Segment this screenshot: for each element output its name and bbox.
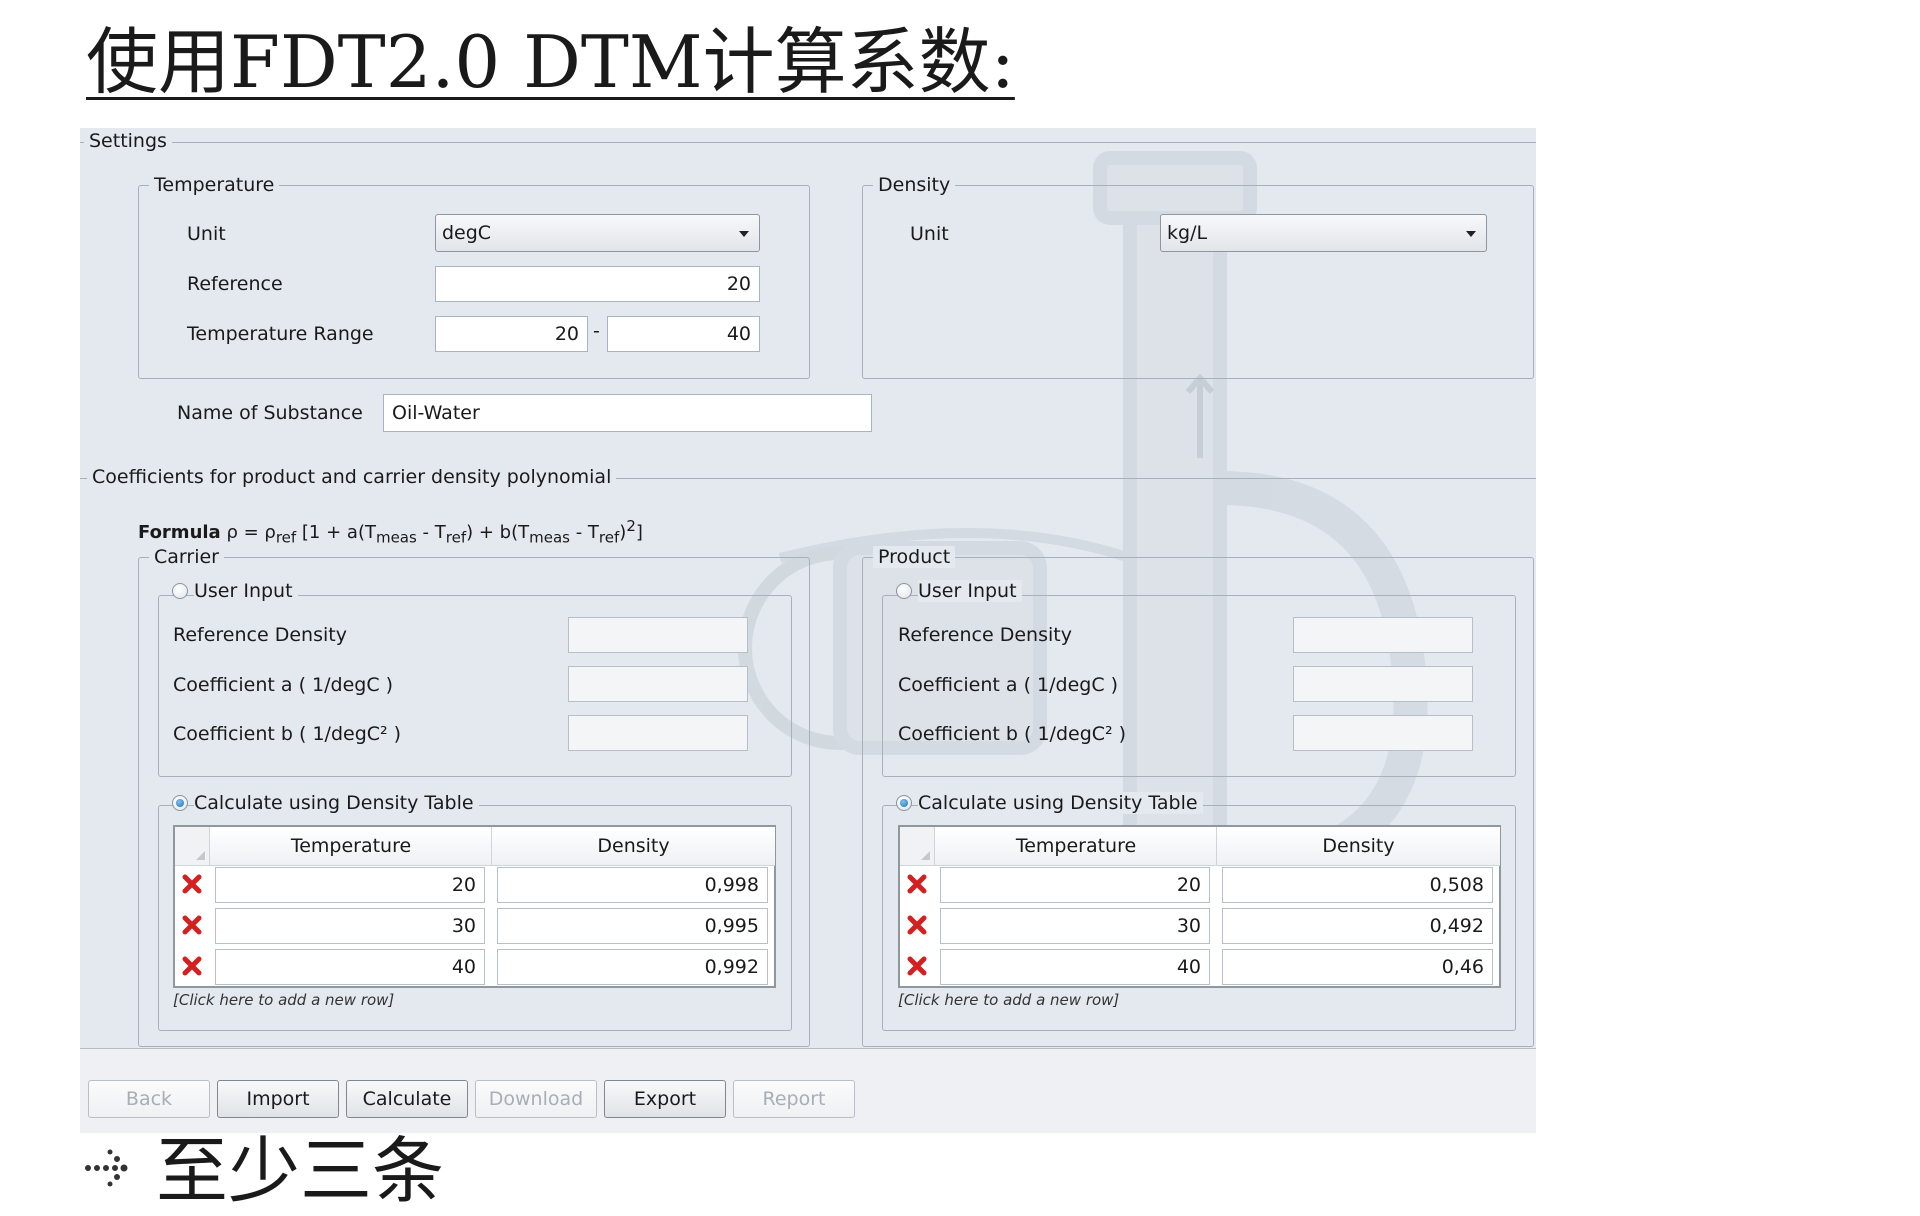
- carrier-temperature-cell[interactable]: 40: [215, 949, 485, 985]
- calculate-button[interactable]: Calculate: [346, 1080, 468, 1118]
- temperature-range-from-input[interactable]: [435, 316, 588, 352]
- carrier-density-table-radio[interactable]: [172, 795, 188, 811]
- carrier-temperature-cell[interactable]: 30: [215, 908, 485, 944]
- product-user-input-radio[interactable]: [896, 583, 912, 599]
- coefficients-label: Coefficients for product and carrier den…: [87, 466, 617, 488]
- delete-row-icon[interactable]: [900, 906, 934, 946]
- slide-title: 使用FDT2.0 DTM计算系数:: [86, 20, 1015, 104]
- product-density-cell[interactable]: 0,46: [1222, 949, 1493, 985]
- density-unit-value: kg/L: [1167, 222, 1208, 244]
- density-unit-select[interactable]: kg/L: [1160, 214, 1487, 252]
- temperature-group-label: Temperature: [149, 174, 280, 196]
- product-density-cell[interactable]: 0,492: [1222, 908, 1493, 944]
- temperature-unit-select[interactable]: degC: [435, 214, 760, 252]
- product-column-temperature[interactable]: Temperature: [934, 827, 1217, 866]
- product-column-density[interactable]: Density: [1216, 827, 1500, 866]
- dotted-arrow-bullet-icon: [85, 1149, 128, 1187]
- carrier-density-table-label[interactable]: Calculate using Density Table: [194, 792, 479, 814]
- carrier-user-input-label[interactable]: User Input: [194, 580, 298, 602]
- product-user-input-label[interactable]: User Input: [918, 580, 1022, 602]
- select-all-corner[interactable]: [175, 827, 210, 866]
- delete-row-icon[interactable]: [900, 947, 934, 987]
- select-all-corner[interactable]: [900, 827, 935, 866]
- temperature-reference-label: Reference: [187, 273, 283, 295]
- product-temperature-cell[interactable]: 30: [940, 908, 1210, 944]
- carrier-coef-a-label: Coefficient a ( 1/degC ): [173, 674, 394, 696]
- product-temperature-cell[interactable]: 20: [940, 867, 1210, 903]
- report-button[interactable]: Report: [733, 1080, 855, 1118]
- dtm-settings-panel: Settings Temperature Unit degC Reference…: [80, 128, 1536, 1133]
- export-button[interactable]: Export: [604, 1080, 726, 1118]
- product-reference-density-label: Reference Density: [898, 624, 1072, 646]
- product-coef-b-input[interactable]: [1293, 715, 1473, 751]
- formula-label: Formula: [138, 522, 221, 543]
- carrier-group-label: Carrier: [149, 546, 224, 568]
- product-density-grid: Temperature Density 20 0,508 30 0,492 40…: [898, 825, 1501, 988]
- delete-row-icon[interactable]: [175, 865, 209, 905]
- settings-divider: [80, 142, 1536, 143]
- density-unit-label: Unit: [910, 223, 949, 245]
- carrier-user-input-radio[interactable]: [172, 583, 188, 599]
- carrier-density-grid: Temperature Density 20 0,998 30 0,995 40…: [173, 825, 776, 988]
- product-coef-a-label: Coefficient a ( 1/degC ): [898, 674, 1119, 696]
- temperature-unit-label: Unit: [187, 223, 226, 245]
- substance-name-label: Name of Substance: [177, 402, 363, 424]
- back-button[interactable]: Back: [88, 1080, 210, 1118]
- substance-name-input[interactable]: [383, 394, 872, 432]
- carrier-coef-b-input[interactable]: [568, 715, 748, 751]
- carrier-coef-b-label: Coefficient b ( 1/degC² ): [173, 723, 402, 745]
- settings-label: Settings: [84, 130, 172, 152]
- carrier-add-row-link[interactable]: [Click here to add a new row]: [173, 991, 394, 1009]
- carrier-column-temperature[interactable]: Temperature: [209, 827, 492, 866]
- product-add-row-link[interactable]: [Click here to add a new row]: [898, 991, 1119, 1009]
- import-button[interactable]: Import: [217, 1080, 339, 1118]
- temperature-range-separator: -: [593, 320, 600, 342]
- temperature-unit-value: degC: [442, 222, 492, 244]
- temperature-reference-input[interactable]: [435, 266, 760, 302]
- chevron-down-icon: [739, 231, 749, 237]
- delete-row-icon[interactable]: [175, 947, 209, 987]
- delete-row-icon[interactable]: [175, 906, 209, 946]
- carrier-temperature-cell[interactable]: 20: [215, 867, 485, 903]
- chevron-down-icon: [1466, 231, 1476, 237]
- density-group-label: Density: [873, 174, 956, 196]
- temperature-range-label: Temperature Range: [187, 323, 374, 345]
- product-coef-a-input[interactable]: [1293, 666, 1473, 702]
- temperature-range-to-input[interactable]: [607, 316, 760, 352]
- download-button[interactable]: Download: [475, 1080, 597, 1118]
- product-temperature-cell[interactable]: 40: [940, 949, 1210, 985]
- carrier-density-cell[interactable]: 0,995: [497, 908, 768, 944]
- product-density-table-radio[interactable]: [896, 795, 912, 811]
- bullet-text: 至少三条: [156, 1129, 445, 1213]
- carrier-reference-density-input[interactable]: [568, 617, 748, 653]
- carrier-reference-density-label: Reference Density: [173, 624, 347, 646]
- product-coef-b-label: Coefficient b ( 1/degC² ): [898, 723, 1127, 745]
- delete-row-icon[interactable]: [900, 865, 934, 905]
- carrier-column-density[interactable]: Density: [491, 827, 775, 866]
- product-density-cell[interactable]: 0,508: [1222, 867, 1493, 903]
- product-density-table-label[interactable]: Calculate using Density Table: [918, 792, 1203, 814]
- product-group-label: Product: [873, 546, 956, 568]
- carrier-coef-a-input[interactable]: [568, 666, 748, 702]
- product-reference-density-input[interactable]: [1293, 617, 1473, 653]
- carrier-density-cell[interactable]: 0,998: [497, 867, 768, 903]
- carrier-density-cell[interactable]: 0,992: [497, 949, 768, 985]
